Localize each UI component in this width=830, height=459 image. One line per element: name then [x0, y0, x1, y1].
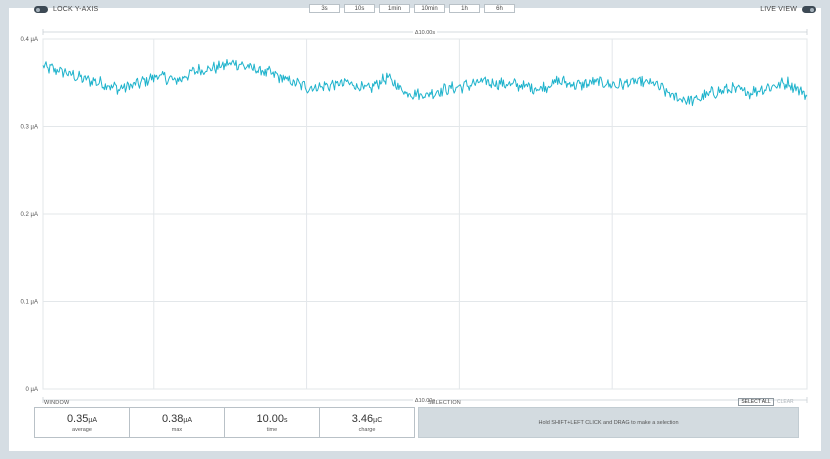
selection-area[interactable]: Hold SHIFT+LEFT CLICK and DRAG to make a… [418, 407, 799, 438]
stat-charge-caption: charge [358, 426, 376, 433]
stat-charge-value: 3.46 [351, 412, 374, 425]
stat-charge: 3.46µC charge [320, 408, 414, 437]
selection-section-label: SELECTION [428, 400, 461, 406]
stat-average-value: 0.35 [66, 412, 89, 425]
stat-average: 0.35µA average [35, 408, 130, 437]
stat-time-value: 10.00 [256, 412, 285, 425]
current-chart[interactable]: 0 µA 0.1 µA 0.2 µA 0.3 µA 0.4 µA Δ10.00sΔ10.… [0, 0, 830, 459]
stat-max-value: 0.38 [161, 412, 184, 425]
stat-max-unit: µA [183, 416, 193, 424]
stat-time: 10.00s time [225, 408, 320, 437]
chart-series [42, 59, 808, 107]
y-tick-label: 0.2 µA [21, 212, 38, 218]
stat-max-caption: max [171, 426, 183, 433]
window-section-label: WINDOW [44, 400, 70, 406]
selection-hint: Hold SHIFT+LEFT CLICK and DRAG to make a… [538, 419, 679, 426]
x-span-top-label: Δ10.00s [415, 30, 435, 36]
chart-grid [42, 38, 808, 390]
stat-time-caption: time [266, 426, 278, 433]
series-line [42, 59, 808, 107]
stat-time-unit: s [284, 416, 288, 424]
stat-average-caption: average [72, 426, 92, 433]
stat-average-unit: µA [88, 416, 98, 424]
x-span-markers: Δ10.00sΔ10.00s [42, 28, 808, 404]
window-stats: 0.35µA average 0.38µA max 10.00s time 3.… [34, 407, 415, 438]
y-tick-label: 0 µA [26, 387, 38, 393]
select-all-button[interactable]: SELECT ALL [738, 398, 774, 406]
stat-charge-unit: µC [373, 416, 383, 424]
clear-button[interactable]: CLEAR [777, 398, 794, 406]
y-tick-label: 0.4 µA [21, 37, 38, 43]
y-tick-label: 0.1 µA [21, 300, 38, 306]
stat-max: 0.38µA max [130, 408, 225, 437]
y-axis-ticks: 0 µA 0.1 µA 0.2 µA 0.3 µA 0.4 µA [21, 37, 38, 393]
y-tick-label: 0.3 µA [21, 125, 38, 131]
